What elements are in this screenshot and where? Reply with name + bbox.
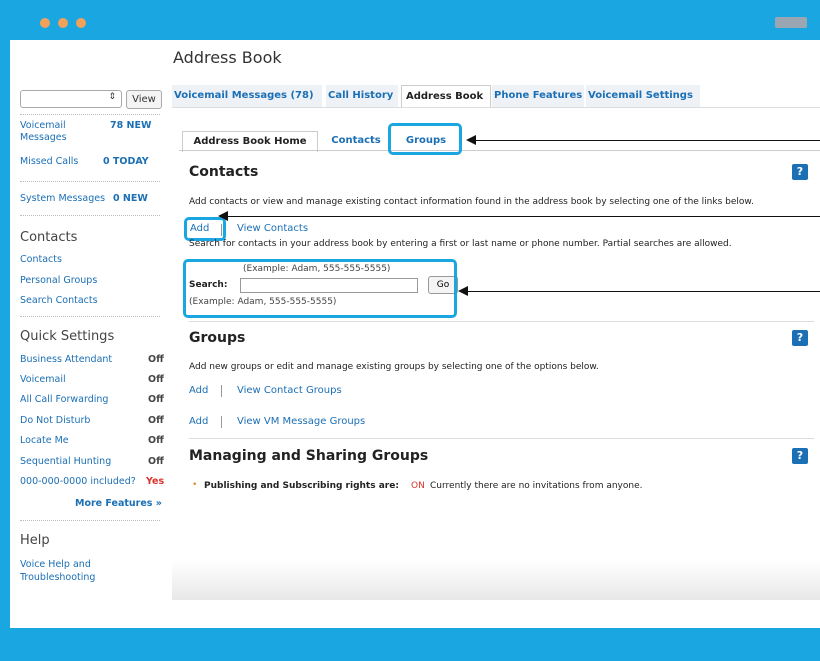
divider xyxy=(20,181,160,182)
contacts-help-button[interactable]: ? xyxy=(792,164,808,180)
panel-bottom xyxy=(172,560,820,600)
arrowhead-icon xyxy=(458,286,468,296)
help-heading: Help xyxy=(20,533,50,548)
title-bar-button[interactable] xyxy=(775,17,807,28)
tab-voicemail-messages[interactable]: Voicemail Messages (78) xyxy=(172,85,322,107)
publishing-rights-label: Publishing and Subscribing rights are: xyxy=(204,481,399,491)
select-arrows-icon: ⇕ xyxy=(108,92,116,102)
managing-help-button[interactable]: ? xyxy=(792,448,808,464)
view-button[interactable]: View xyxy=(126,90,162,109)
section-divider xyxy=(189,438,814,439)
quick-setting-all-call-forwarding[interactable]: All Call Forwarding xyxy=(20,394,108,405)
tab-address-book[interactable]: Address Book xyxy=(401,85,491,108)
tab-phone-features[interactable]: Phone Features xyxy=(492,85,584,107)
missed-calls-count: 0 TODAY xyxy=(103,156,149,167)
bottom-bar xyxy=(0,628,820,661)
arrowhead-icon xyxy=(218,211,228,221)
browser-window: Address Book ⇕ View Voicemail Messages 7… xyxy=(10,40,820,628)
quick-setting-value: Off xyxy=(148,435,164,446)
quick-setting-sequential-hunting[interactable]: Sequential Hunting xyxy=(20,456,111,467)
quick-setting-value: Off xyxy=(148,394,164,405)
view-vm-message-groups-link[interactable]: View VM Message Groups xyxy=(237,416,365,427)
groups-highlight xyxy=(388,123,462,155)
more-features-link[interactable]: More Features » xyxy=(75,498,162,509)
subtab-contacts[interactable]: Contacts xyxy=(322,131,390,151)
voice-help-link[interactable]: Voice Help and Troubleshooting xyxy=(20,558,120,584)
sidebar: ⇕ View Voicemail Messages 78 NEW Missed … xyxy=(10,84,165,628)
sidebar-missed-calls-link[interactable]: Missed Calls xyxy=(20,156,78,167)
sidebar-search-contacts-link[interactable]: Search Contacts xyxy=(20,295,98,306)
sidebar-contacts-link[interactable]: Contacts xyxy=(20,254,62,265)
add-vm-group-link[interactable]: Add xyxy=(189,416,208,427)
add-contact-group-link[interactable]: Add xyxy=(189,385,208,396)
groups-section-title: Groups xyxy=(189,330,246,346)
tab-call-history[interactable]: Call History xyxy=(326,85,398,107)
quick-settings-heading: Quick Settings xyxy=(20,329,115,344)
arrow-to-search xyxy=(466,291,820,292)
window-zoom-dot[interactable] xyxy=(76,18,86,28)
system-messages-count: 0 NEW xyxy=(113,193,148,204)
view-contacts-link[interactable]: View Contacts xyxy=(237,223,308,234)
quick-setting-included-number[interactable]: 000-000-0000 included? xyxy=(20,476,136,487)
bullet-icon: • xyxy=(192,480,198,490)
view-select[interactable]: ⇕ xyxy=(20,90,122,108)
quick-setting-value: Off xyxy=(148,415,164,426)
title-bar xyxy=(0,0,820,40)
sidebar-system-messages-link[interactable]: System Messages xyxy=(20,193,105,204)
managing-section-title: Managing and Sharing Groups xyxy=(189,448,429,464)
divider xyxy=(20,215,160,216)
separator xyxy=(221,416,222,428)
quick-setting-locate-me[interactable]: Locate Me xyxy=(20,435,69,446)
window-minimize-dot[interactable] xyxy=(58,18,68,28)
contacts-heading: Contacts xyxy=(20,230,78,245)
view-contact-groups-link[interactable]: View Contact Groups xyxy=(237,385,342,396)
tab-divider xyxy=(172,107,820,108)
publishing-status: ON xyxy=(411,481,425,491)
search-description: Search for contacts in your address book… xyxy=(189,239,732,249)
arrow-to-groups xyxy=(474,140,820,141)
quick-setting-do-not-disturb[interactable]: Do Not Disturb xyxy=(20,415,90,426)
section-divider xyxy=(189,321,814,322)
sidebar-voicemail-messages-link[interactable]: Voicemail Messages xyxy=(20,120,80,144)
quick-setting-value: Off xyxy=(148,374,164,385)
groups-help-button[interactable]: ? xyxy=(792,330,808,346)
quick-setting-value: Off xyxy=(148,354,164,365)
page-title: Address Book xyxy=(173,48,282,67)
arrowhead-icon xyxy=(466,135,476,145)
subtab-divider xyxy=(179,150,820,151)
voicemail-count: 78 NEW xyxy=(110,120,152,131)
divider xyxy=(20,114,160,115)
search-highlight xyxy=(183,259,457,318)
quick-setting-value: Yes xyxy=(146,476,165,487)
invitations-text: Currently there are no invitations from … xyxy=(430,481,643,491)
quick-setting-value: Off xyxy=(148,456,164,467)
subtab-address-book-home[interactable]: Address Book Home xyxy=(182,131,318,152)
contacts-section-title: Contacts xyxy=(189,164,259,180)
contacts-description: Add contacts or view and manage existing… xyxy=(189,197,754,207)
quick-setting-business-attendant[interactable]: Business Attendant xyxy=(20,354,112,365)
window-close-dot[interactable] xyxy=(40,18,50,28)
arrow-to-add xyxy=(226,216,820,217)
separator xyxy=(221,385,222,397)
quick-setting-voicemail[interactable]: Voicemail xyxy=(20,374,66,385)
sidebar-personal-groups-link[interactable]: Personal Groups xyxy=(20,275,97,286)
tab-voicemail-settings[interactable]: Voicemail Settings xyxy=(586,85,700,107)
groups-description: Add new groups or edit and manage existi… xyxy=(189,362,599,372)
divider xyxy=(20,520,160,521)
divider xyxy=(20,316,160,317)
